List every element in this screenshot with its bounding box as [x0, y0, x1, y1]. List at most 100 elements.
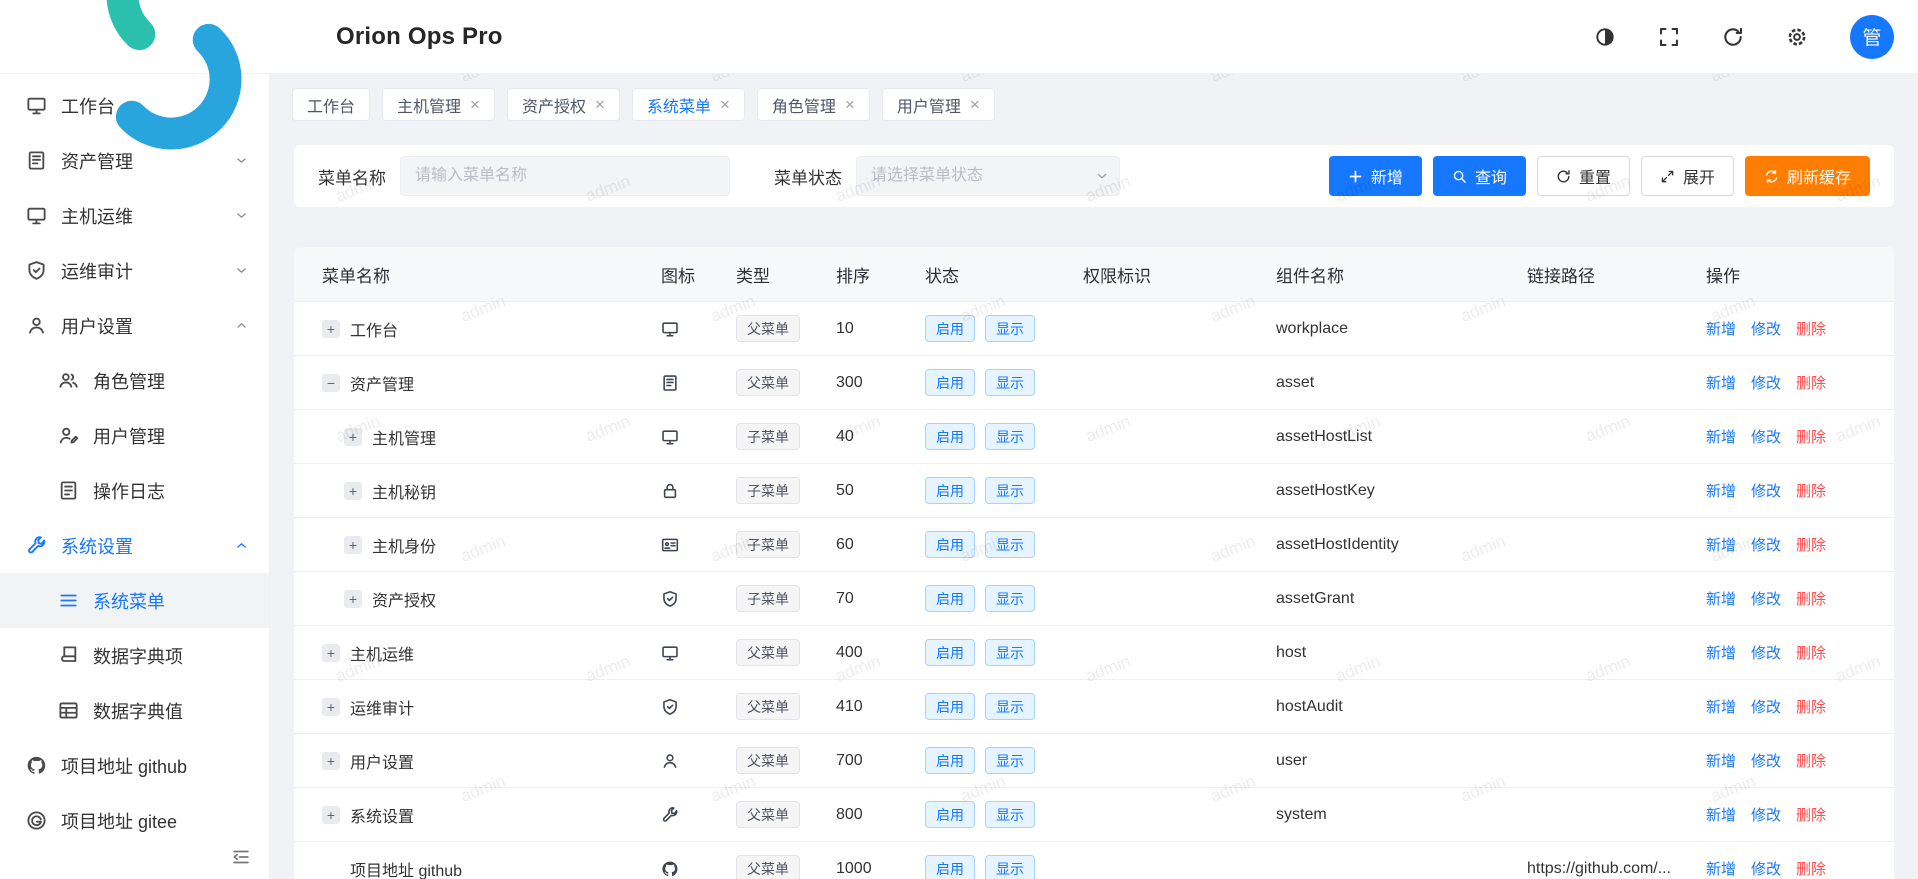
sidebar-item[interactable]: 数据字典项	[0, 628, 269, 683]
row-edit-link[interactable]: 修改	[1751, 318, 1781, 339]
row-edit-link[interactable]: 修改	[1751, 642, 1781, 663]
sidebar-item[interactable]: 数据字典值	[0, 683, 269, 738]
row-edit-link[interactable]: 修改	[1751, 696, 1781, 717]
tab-close-icon[interactable]: ×	[720, 96, 730, 113]
row-add-link[interactable]: 新增	[1706, 426, 1736, 447]
search-button[interactable]: 查询	[1433, 156, 1526, 196]
sidebar-item[interactable]: 用户设置	[0, 298, 269, 353]
row-delete-link[interactable]: 删除	[1796, 534, 1826, 555]
row-delete-link[interactable]: 删除	[1796, 318, 1826, 339]
tab-close-icon[interactable]: ×	[595, 96, 605, 113]
row-expand-toggle[interactable]: +	[322, 644, 340, 662]
fullscreen-icon[interactable]	[1658, 26, 1680, 48]
visible-tag: 显示	[985, 369, 1035, 396]
visible-tag: 显示	[985, 585, 1035, 612]
lock-icon	[661, 482, 679, 500]
menu-type-tag: 父菜单	[736, 747, 800, 774]
tab[interactable]: 用户管理 ×	[882, 88, 995, 121]
add-button-label: 新增	[1371, 164, 1403, 188]
row-expand-toggle[interactable]: +	[322, 320, 340, 338]
row-delete-link[interactable]: 删除	[1796, 696, 1826, 717]
row-delete-link[interactable]: 删除	[1796, 480, 1826, 501]
table-row: +系统设置父菜单800启用显示system新增修改删除	[294, 787, 1894, 841]
row-edit-link[interactable]: 修改	[1751, 426, 1781, 447]
sidebar-item[interactable]: 运维审计	[0, 243, 269, 298]
sidebar-item[interactable]: 项目地址 github	[0, 738, 269, 793]
row-delete-link[interactable]: 删除	[1796, 642, 1826, 663]
row-add-link[interactable]: 新增	[1706, 588, 1736, 609]
menu-type-tag: 子菜单	[736, 423, 800, 450]
row-collapse-toggle[interactable]: −	[322, 374, 340, 392]
menu-name-cell: 项目地址 github	[350, 857, 462, 879]
search-icon	[1452, 169, 1467, 184]
sidebar-collapse-icon[interactable]	[231, 847, 251, 867]
sidebar-item[interactable]: 用户管理	[0, 408, 269, 463]
menu-name-cell: 主机秘钥	[372, 479, 436, 503]
sidebar-item[interactable]: 系统菜单	[0, 573, 269, 628]
refresh-cache-button[interactable]: 刷新缓存	[1745, 156, 1870, 196]
link-cell: https://github.com/...	[1517, 860, 1696, 878]
row-expand-toggle[interactable]: +	[344, 482, 362, 500]
row-expand-toggle[interactable]: +	[344, 536, 362, 554]
row-add-link[interactable]: 新增	[1706, 480, 1736, 501]
tab-label: 用户管理	[897, 93, 961, 117]
reset-button[interactable]: 重置	[1537, 156, 1630, 196]
row-add-link[interactable]: 新增	[1706, 372, 1736, 393]
row-delete-link[interactable]: 删除	[1796, 750, 1826, 771]
row-add-link[interactable]: 新增	[1706, 804, 1736, 825]
row-edit-link[interactable]: 修改	[1751, 588, 1781, 609]
logo[interactable]: Orion Ops Pro	[24, 0, 503, 187]
row-add-link[interactable]: 新增	[1706, 858, 1736, 879]
row-expand-toggle[interactable]: +	[344, 428, 362, 446]
filter-buttons: 新增 查询 重置 展开	[1329, 156, 1870, 196]
settings-gear-icon[interactable]	[1786, 26, 1808, 48]
enabled-tag: 启用	[925, 585, 975, 612]
tab-close-icon[interactable]: ×	[970, 96, 980, 113]
theme-toggle-icon[interactable]	[1594, 26, 1616, 48]
sidebar-item[interactable]: 角色管理	[0, 353, 269, 408]
log-icon	[58, 480, 79, 501]
order-cell: 410	[826, 698, 915, 716]
row-edit-link[interactable]: 修改	[1751, 372, 1781, 393]
row-expand-toggle[interactable]: +	[322, 698, 340, 716]
tab-close-icon[interactable]: ×	[845, 96, 855, 113]
row-add-link[interactable]: 新增	[1706, 696, 1736, 717]
order-cell: 300	[826, 374, 915, 392]
row-expand-toggle[interactable]: +	[322, 806, 340, 824]
sidebar-item[interactable]: 系统设置	[0, 518, 269, 573]
add-button[interactable]: 新增	[1329, 156, 1422, 196]
chevron-down-icon	[234, 263, 249, 278]
row-add-link[interactable]: 新增	[1706, 642, 1736, 663]
row-edit-link[interactable]: 修改	[1751, 750, 1781, 771]
sidebar-item[interactable]: 操作日志	[0, 463, 269, 518]
row-delete-link[interactable]: 删除	[1796, 804, 1826, 825]
sidebar-item-label: 数据字典项	[93, 643, 249, 669]
menu-name-cell: 主机管理	[372, 425, 436, 449]
enabled-tag: 启用	[925, 639, 975, 666]
menu-status-select-input[interactable]	[856, 156, 1120, 196]
row-delete-link[interactable]: 删除	[1796, 372, 1826, 393]
row-delete-link[interactable]: 删除	[1796, 858, 1826, 879]
tab[interactable]: 角色管理×	[757, 88, 870, 121]
tab-active[interactable]: 系统菜单×	[632, 88, 745, 121]
row-expand-toggle[interactable]: +	[344, 590, 362, 608]
row-delete-link[interactable]: 删除	[1796, 588, 1826, 609]
row-add-link[interactable]: 新增	[1706, 534, 1736, 555]
row-add-link[interactable]: 新增	[1706, 318, 1736, 339]
row-edit-link[interactable]: 修改	[1751, 804, 1781, 825]
row-edit-link[interactable]: 修改	[1751, 858, 1781, 879]
refresh-icon[interactable]	[1722, 26, 1744, 48]
row-expand-toggle[interactable]: +	[322, 752, 340, 770]
sidebar-item[interactable]: 主机运维	[0, 188, 269, 243]
menu-status-select[interactable]	[856, 156, 1120, 196]
sidebar-item[interactable]: 项目地址 gitee	[0, 793, 269, 848]
component-cell: assetHostList	[1266, 428, 1517, 446]
row-delete-link[interactable]: 删除	[1796, 426, 1826, 447]
avatar[interactable]: 管	[1850, 15, 1894, 59]
row-edit-link[interactable]: 修改	[1751, 480, 1781, 501]
tab[interactable]: 资产授权×	[507, 88, 620, 121]
expand-button[interactable]: 展开	[1641, 156, 1734, 196]
row-edit-link[interactable]: 修改	[1751, 534, 1781, 555]
idcard-icon	[661, 536, 679, 554]
row-add-link[interactable]: 新增	[1706, 750, 1736, 771]
